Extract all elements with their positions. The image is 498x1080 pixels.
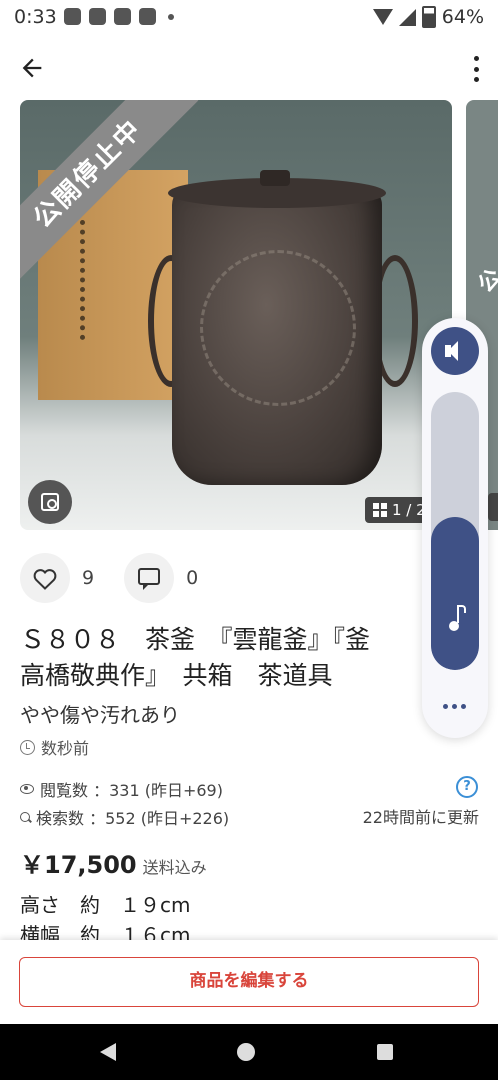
next-photo-ribbon: 公: [473, 264, 498, 298]
help-icon[interactable]: ?: [456, 776, 478, 798]
item-condition: やや傷や汚れあり: [20, 703, 180, 727]
social-row: 9 0: [20, 553, 228, 603]
search-text: 検索数 ：552 (昨日+226): [36, 809, 230, 828]
item-title: Ｓ８０８ 茶釜 『雲龍釜』『釜 高橋敬典作』 共箱 茶道具: [20, 625, 371, 690]
system-nav-bar: [0, 1024, 498, 1080]
volume-panel: [422, 318, 488, 738]
volume-more-icon[interactable]: [443, 704, 466, 709]
like-count: 9: [82, 567, 95, 589]
signal-icon: [398, 8, 416, 26]
battery-level: 64%: [441, 6, 484, 28]
wifi-icon: [372, 9, 393, 25]
nav-home-icon[interactable]: [237, 1043, 255, 1061]
bottom-action-bar: 商品を編集する: [0, 940, 498, 1024]
battery-icon: [421, 6, 436, 28]
posted-time: 数秒前: [20, 735, 89, 759]
price-row: ￥17,500 送料込み: [20, 845, 207, 880]
next-photo-counter: [488, 493, 498, 521]
posted-time-text: 数秒前: [41, 739, 90, 758]
status-bar: 0:33 64%: [0, 0, 498, 36]
eye-icon: [20, 784, 34, 794]
comment-icon: [138, 568, 161, 590]
shipping-label: 送料込み: [142, 858, 207, 877]
notification-icons: [64, 8, 174, 25]
item-photo[interactable]: 公開停止中: [20, 100, 452, 530]
views-text: 閲覧数 ：331 (昨日+69): [40, 781, 223, 800]
volume-slider[interactable]: [431, 392, 479, 670]
item-description: 高さ 約 １９cm 横幅 約 １６cm: [20, 893, 191, 946]
volume-slider-fill: [431, 517, 479, 670]
more-notifications-icon: [168, 13, 174, 20]
app-notification-icon: [64, 8, 81, 25]
status-time: 0:33: [14, 6, 57, 28]
lid-knob: [260, 170, 290, 186]
search-stat: 検索数 ：552 (昨日+226): [20, 805, 229, 829]
music-note-icon: [449, 605, 466, 631]
comment-count: 0: [186, 567, 199, 589]
edit-item-button[interactable]: 商品を編集する: [19, 957, 479, 1007]
add-icon: [139, 8, 156, 25]
nav-back-icon[interactable]: [100, 1043, 116, 1061]
like-button[interactable]: [20, 553, 70, 603]
comment-button[interactable]: [124, 553, 175, 603]
dragon-relief: [200, 250, 356, 406]
line-icon: [89, 8, 106, 25]
more-options-icon[interactable]: [472, 56, 480, 82]
grid-icon: [373, 503, 387, 517]
heart-icon: [33, 569, 57, 590]
clock-icon: [20, 739, 35, 755]
search-icon: [20, 812, 30, 822]
photo-counter-text: 1 / 2: [392, 501, 426, 519]
updated-time: 22時間前に更新: [362, 808, 479, 827]
nav-recents-icon[interactable]: [377, 1044, 393, 1060]
price: ￥17,500: [20, 851, 137, 879]
app-bar: [0, 44, 498, 92]
views-stat: 閲覧数 ：331 (昨日+69): [20, 777, 223, 801]
mail-icon: [114, 8, 131, 25]
back-arrow-icon[interactable]: [18, 54, 46, 82]
status-right: 64%: [372, 6, 484, 28]
image-search-icon[interactable]: [28, 480, 72, 524]
speaker-icon[interactable]: [431, 327, 479, 375]
